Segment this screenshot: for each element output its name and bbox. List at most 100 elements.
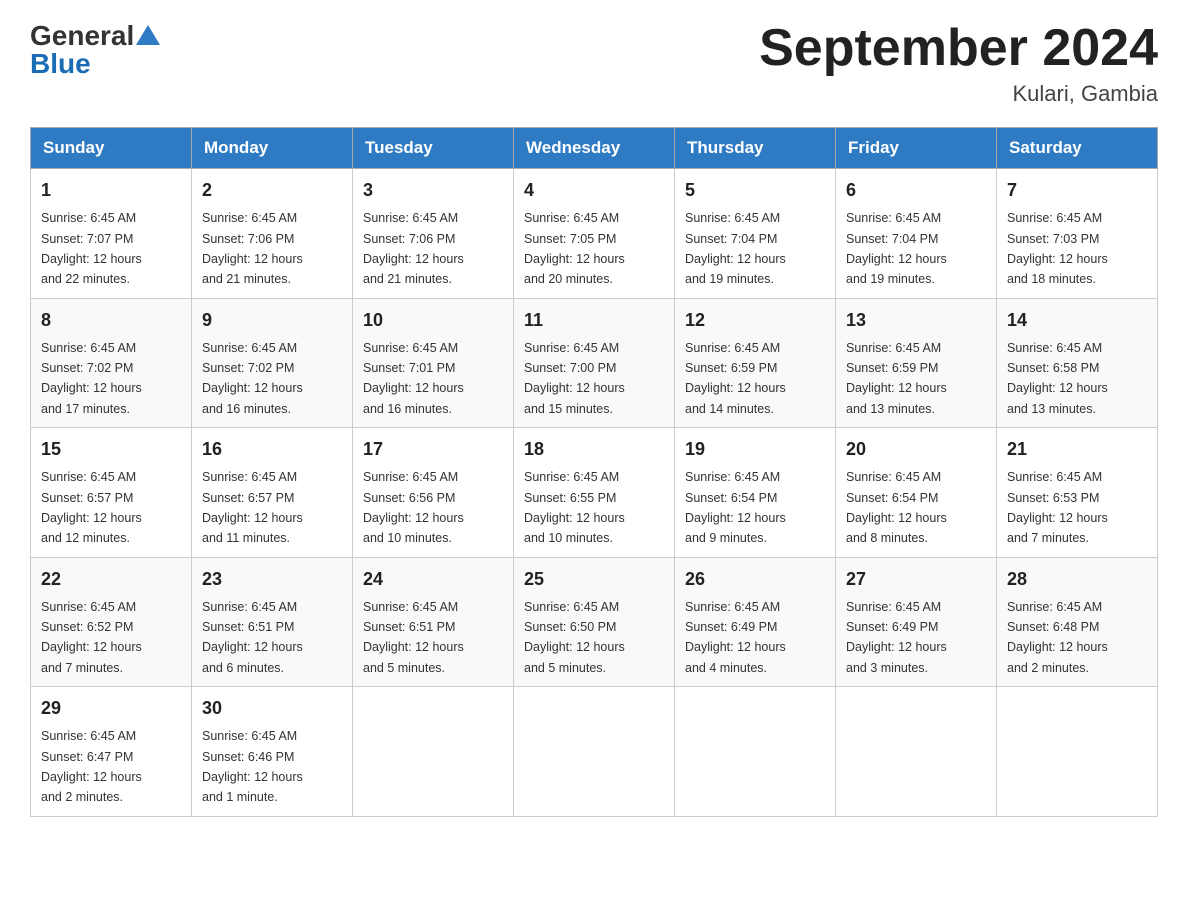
calendar-table: Sunday Monday Tuesday Wednesday Thursday… (30, 127, 1158, 817)
table-row (514, 687, 675, 817)
day-number: 21 (1007, 436, 1147, 463)
day-number: 18 (524, 436, 664, 463)
day-number: 6 (846, 177, 986, 204)
day-info: Sunrise: 6:45 AMSunset: 6:54 PMDaylight:… (685, 470, 786, 545)
day-number: 28 (1007, 566, 1147, 593)
table-row: 6 Sunrise: 6:45 AMSunset: 7:04 PMDayligh… (836, 169, 997, 299)
page-header: General Blue September 2024 Kulari, Gamb… (30, 20, 1158, 107)
table-row: 20 Sunrise: 6:45 AMSunset: 6:54 PMDaylig… (836, 428, 997, 558)
table-row: 24 Sunrise: 6:45 AMSunset: 6:51 PMDaylig… (353, 557, 514, 687)
day-info: Sunrise: 6:45 AMSunset: 6:57 PMDaylight:… (41, 470, 142, 545)
day-info: Sunrise: 6:45 AMSunset: 7:04 PMDaylight:… (685, 211, 786, 286)
day-number: 17 (363, 436, 503, 463)
table-row: 12 Sunrise: 6:45 AMSunset: 6:59 PMDaylig… (675, 298, 836, 428)
day-number: 29 (41, 695, 181, 722)
day-info: Sunrise: 6:45 AMSunset: 6:59 PMDaylight:… (685, 341, 786, 416)
day-info: Sunrise: 6:45 AMSunset: 6:49 PMDaylight:… (846, 600, 947, 675)
header-friday: Friday (836, 128, 997, 169)
table-row: 14 Sunrise: 6:45 AMSunset: 6:58 PMDaylig… (997, 298, 1158, 428)
day-info: Sunrise: 6:45 AMSunset: 7:06 PMDaylight:… (202, 211, 303, 286)
table-row: 2 Sunrise: 6:45 AMSunset: 7:06 PMDayligh… (192, 169, 353, 299)
header-wednesday: Wednesday (514, 128, 675, 169)
day-info: Sunrise: 6:45 AMSunset: 6:50 PMDaylight:… (524, 600, 625, 675)
day-info: Sunrise: 6:45 AMSunset: 7:02 PMDaylight:… (41, 341, 142, 416)
calendar-week-4: 22 Sunrise: 6:45 AMSunset: 6:52 PMDaylig… (31, 557, 1158, 687)
day-number: 10 (363, 307, 503, 334)
table-row: 18 Sunrise: 6:45 AMSunset: 6:55 PMDaylig… (514, 428, 675, 558)
table-row: 11 Sunrise: 6:45 AMSunset: 7:00 PMDaylig… (514, 298, 675, 428)
day-number: 3 (363, 177, 503, 204)
day-info: Sunrise: 6:45 AMSunset: 6:48 PMDaylight:… (1007, 600, 1108, 675)
table-row: 3 Sunrise: 6:45 AMSunset: 7:06 PMDayligh… (353, 169, 514, 299)
day-info: Sunrise: 6:45 AMSunset: 7:05 PMDaylight:… (524, 211, 625, 286)
day-info: Sunrise: 6:45 AMSunset: 7:06 PMDaylight:… (363, 211, 464, 286)
day-info: Sunrise: 6:45 AMSunset: 6:47 PMDaylight:… (41, 729, 142, 804)
table-row: 7 Sunrise: 6:45 AMSunset: 7:03 PMDayligh… (997, 169, 1158, 299)
calendar-week-3: 15 Sunrise: 6:45 AMSunset: 6:57 PMDaylig… (31, 428, 1158, 558)
table-row: 15 Sunrise: 6:45 AMSunset: 6:57 PMDaylig… (31, 428, 192, 558)
day-info: Sunrise: 6:45 AMSunset: 7:04 PMDaylight:… (846, 211, 947, 286)
header-saturday: Saturday (997, 128, 1158, 169)
logo: General Blue (30, 20, 160, 80)
day-info: Sunrise: 6:45 AMSunset: 6:52 PMDaylight:… (41, 600, 142, 675)
day-info: Sunrise: 6:45 AMSunset: 6:59 PMDaylight:… (846, 341, 947, 416)
day-info: Sunrise: 6:45 AMSunset: 6:53 PMDaylight:… (1007, 470, 1108, 545)
table-row: 30 Sunrise: 6:45 AMSunset: 6:46 PMDaylig… (192, 687, 353, 817)
day-number: 25 (524, 566, 664, 593)
day-number: 1 (41, 177, 181, 204)
day-info: Sunrise: 6:45 AMSunset: 7:01 PMDaylight:… (363, 341, 464, 416)
day-number: 15 (41, 436, 181, 463)
table-row: 22 Sunrise: 6:45 AMSunset: 6:52 PMDaylig… (31, 557, 192, 687)
day-number: 11 (524, 307, 664, 334)
header-tuesday: Tuesday (353, 128, 514, 169)
header-thursday: Thursday (675, 128, 836, 169)
table-row: 1 Sunrise: 6:45 AMSunset: 7:07 PMDayligh… (31, 169, 192, 299)
table-row: 26 Sunrise: 6:45 AMSunset: 6:49 PMDaylig… (675, 557, 836, 687)
location-subtitle: Kulari, Gambia (759, 81, 1158, 107)
logo-blue-text: Blue (30, 48, 91, 80)
table-row: 16 Sunrise: 6:45 AMSunset: 6:57 PMDaylig… (192, 428, 353, 558)
table-row (675, 687, 836, 817)
month-year-title: September 2024 (759, 20, 1158, 77)
day-number: 9 (202, 307, 342, 334)
day-info: Sunrise: 6:45 AMSunset: 6:51 PMDaylight:… (202, 600, 303, 675)
table-row: 13 Sunrise: 6:45 AMSunset: 6:59 PMDaylig… (836, 298, 997, 428)
logo-triangle-up (136, 25, 160, 45)
day-number: 12 (685, 307, 825, 334)
calendar-week-1: 1 Sunrise: 6:45 AMSunset: 7:07 PMDayligh… (31, 169, 1158, 299)
table-row: 25 Sunrise: 6:45 AMSunset: 6:50 PMDaylig… (514, 557, 675, 687)
table-row: 9 Sunrise: 6:45 AMSunset: 7:02 PMDayligh… (192, 298, 353, 428)
day-number: 7 (1007, 177, 1147, 204)
table-row: 10 Sunrise: 6:45 AMSunset: 7:01 PMDaylig… (353, 298, 514, 428)
table-row (836, 687, 997, 817)
table-row: 4 Sunrise: 6:45 AMSunset: 7:05 PMDayligh… (514, 169, 675, 299)
day-number: 30 (202, 695, 342, 722)
header-monday: Monday (192, 128, 353, 169)
day-info: Sunrise: 6:45 AMSunset: 6:46 PMDaylight:… (202, 729, 303, 804)
day-number: 14 (1007, 307, 1147, 334)
table-row: 29 Sunrise: 6:45 AMSunset: 6:47 PMDaylig… (31, 687, 192, 817)
day-info: Sunrise: 6:45 AMSunset: 6:54 PMDaylight:… (846, 470, 947, 545)
day-number: 4 (524, 177, 664, 204)
day-info: Sunrise: 6:45 AMSunset: 7:00 PMDaylight:… (524, 341, 625, 416)
table-row: 5 Sunrise: 6:45 AMSunset: 7:04 PMDayligh… (675, 169, 836, 299)
day-number: 22 (41, 566, 181, 593)
day-number: 20 (846, 436, 986, 463)
logo-icon: General Blue (30, 20, 160, 80)
table-row (997, 687, 1158, 817)
table-row: 23 Sunrise: 6:45 AMSunset: 6:51 PMDaylig… (192, 557, 353, 687)
day-number: 8 (41, 307, 181, 334)
day-info: Sunrise: 6:45 AMSunset: 7:02 PMDaylight:… (202, 341, 303, 416)
table-row: 27 Sunrise: 6:45 AMSunset: 6:49 PMDaylig… (836, 557, 997, 687)
day-number: 13 (846, 307, 986, 334)
table-row: 28 Sunrise: 6:45 AMSunset: 6:48 PMDaylig… (997, 557, 1158, 687)
day-number: 23 (202, 566, 342, 593)
header-sunday: Sunday (31, 128, 192, 169)
calendar-week-5: 29 Sunrise: 6:45 AMSunset: 6:47 PMDaylig… (31, 687, 1158, 817)
title-section: September 2024 Kulari, Gambia (759, 20, 1158, 107)
table-row: 8 Sunrise: 6:45 AMSunset: 7:02 PMDayligh… (31, 298, 192, 428)
table-row: 19 Sunrise: 6:45 AMSunset: 6:54 PMDaylig… (675, 428, 836, 558)
calendar-header-row: Sunday Monday Tuesday Wednesday Thursday… (31, 128, 1158, 169)
day-number: 16 (202, 436, 342, 463)
table-row: 17 Sunrise: 6:45 AMSunset: 6:56 PMDaylig… (353, 428, 514, 558)
